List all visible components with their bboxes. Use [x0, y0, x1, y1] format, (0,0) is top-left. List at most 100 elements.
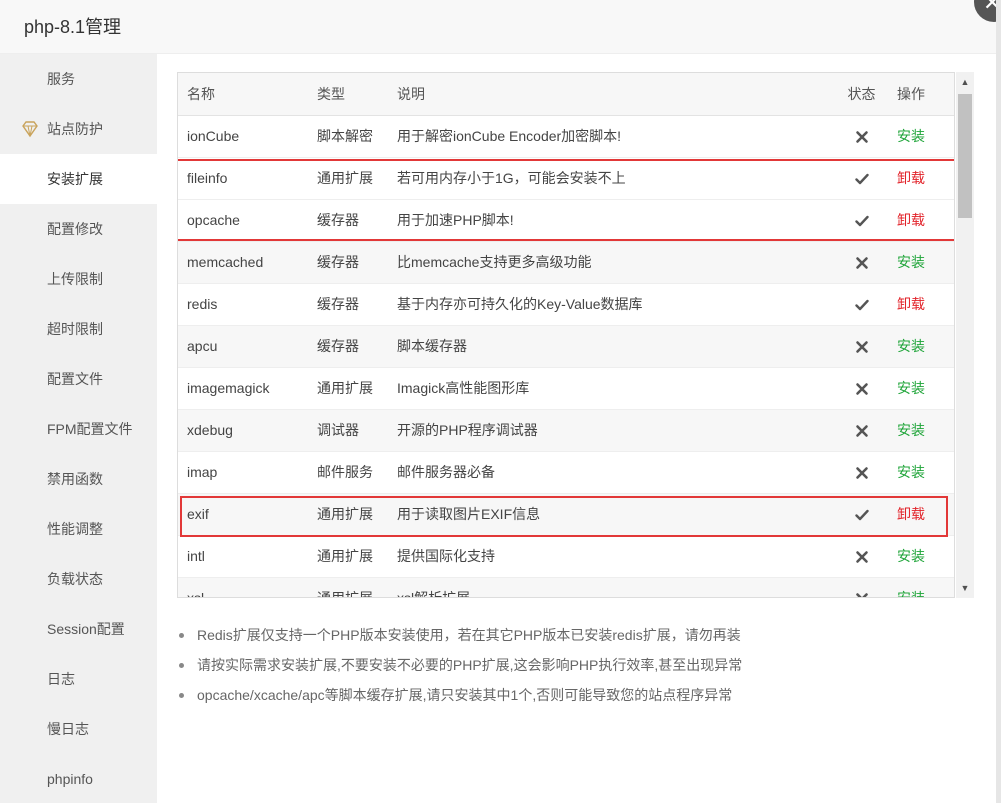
sidebar-item-12[interactable]: 日志 — [0, 654, 157, 704]
scroll-up-arrow-icon[interactable]: ▲ — [956, 74, 974, 90]
cell-type: 通用扩展 — [308, 535, 388, 578]
table-row: redis 缓存器 基于内存亦可持久化的Key-Value数据库 卸载 — [178, 283, 954, 326]
main-panel: 名称 类型 说明 状态 操作 ionCube 脚本解密 用于解密ionCube En… — [157, 54, 996, 803]
note-text: opcache/xcache/apc等脚本缓存扩展,请只安装其中1个,否则可能导… — [197, 687, 733, 703]
sidebar-item-5[interactable]: 超时限制 — [0, 304, 157, 354]
cell-action: 卸载 — [883, 283, 954, 326]
install-link[interactable]: 安装 — [897, 254, 925, 270]
uninstall-link[interactable]: 卸载 — [897, 506, 925, 522]
cell-status — [841, 577, 883, 597]
uninstall-link[interactable]: 卸载 — [897, 296, 925, 312]
table-row: intl 通用扩展 提供国际化支持 安装 — [178, 535, 954, 578]
install-link[interactable]: 安装 — [897, 128, 925, 144]
table-scrollbar[interactable]: ▲ ▼ — [956, 72, 974, 598]
notes-list: Redis扩展仅支持一个PHP版本安装使用，若在其它PHP版本已安装redis扩… — [179, 620, 939, 710]
extension-table: 名称 类型 说明 状态 操作 ionCube 脚本解密 用于解密ionCube En… — [178, 73, 954, 597]
sidebar-item-8[interactable]: 禁用函数 — [0, 454, 157, 504]
window-edge — [996, 0, 1001, 803]
cell-type: 缓存器 — [308, 325, 388, 368]
sidebar-item-label: FPM配置文件 — [47, 421, 133, 437]
cell-desc: 比memcache支持更多高级功能 — [388, 241, 841, 284]
cell-desc: 基于内存亦可持久化的Key-Value数据库 — [388, 283, 841, 326]
cell-name: apcu — [178, 325, 308, 368]
sidebar-item-label: 超时限制 — [47, 321, 103, 337]
cell-status — [841, 283, 883, 326]
sidebar-item-11[interactable]: Session配置 — [0, 604, 157, 654]
sidebar-item-9[interactable]: 性能调整 — [0, 504, 157, 554]
sidebar-item-14[interactable]: phpinfo — [0, 754, 157, 804]
sidebar-item-label: 站点防护 — [47, 121, 103, 137]
check-icon — [854, 509, 869, 521]
sidebar-item-label: 配置修改 — [47, 221, 103, 237]
table-row: opcache 缓存器 用于加速PHP脚本! 卸载 — [178, 199, 954, 242]
sidebar-item-2[interactable]: 安装扩展 — [0, 154, 157, 204]
cell-action: 安装 — [883, 367, 954, 410]
sidebar-item-label: 服务 — [47, 71, 75, 87]
cell-type: 脚本解密 — [308, 115, 388, 158]
cell-name: imap — [178, 451, 308, 494]
sidebar-item-13[interactable]: 慢日志 — [0, 704, 157, 754]
cell-status — [841, 409, 883, 452]
sidebar-item-6[interactable]: 配置文件 — [0, 354, 157, 404]
header-action: 操作 — [883, 73, 954, 116]
diamond-icon — [22, 121, 38, 138]
install-link[interactable]: 安装 — [897, 338, 925, 354]
cell-status — [841, 115, 883, 158]
sidebar-item-label: 配置文件 — [47, 371, 103, 387]
check-icon — [854, 173, 869, 185]
sidebar-item-0[interactable]: 服务 — [0, 54, 157, 104]
cell-status — [841, 451, 883, 494]
cross-icon — [855, 257, 868, 269]
cross-icon — [855, 467, 868, 479]
extension-table-container[interactable]: 名称 类型 说明 状态 操作 ionCube 脚本解密 用于解密ionCube En… — [177, 72, 955, 598]
table-row: imap 邮件服务 邮件服务器必备 安装 — [178, 451, 954, 494]
sidebar-item-1[interactable]: 站点防护 — [0, 104, 157, 154]
check-icon — [854, 215, 869, 227]
table-header-row: 名称 类型 说明 状态 操作 — [178, 73, 954, 116]
scroll-thumb[interactable] — [958, 94, 972, 218]
cell-action: 安装 — [883, 535, 954, 578]
sidebar-item-7[interactable]: FPM配置文件 — [0, 404, 157, 454]
header-status: 状态 — [841, 73, 883, 116]
cell-name: xdebug — [178, 409, 308, 452]
sidebar-item-label: phpinfo — [47, 771, 93, 787]
cell-name: fileinfo — [178, 157, 308, 200]
uninstall-link[interactable]: 卸载 — [897, 170, 925, 186]
sidebar-item-4[interactable]: 上传限制 — [0, 254, 157, 304]
note-item: Redis扩展仅支持一个PHP版本安装使用，若在其它PHP版本已安装redis扩… — [179, 620, 939, 650]
install-link[interactable]: 安装 — [897, 380, 925, 396]
install-link[interactable]: 安装 — [897, 464, 925, 480]
cell-status — [841, 535, 883, 578]
cross-icon — [855, 383, 868, 395]
header-desc: 说明 — [388, 73, 841, 116]
cell-type: 缓存器 — [308, 241, 388, 284]
cell-name: intl — [178, 535, 308, 578]
cell-action: 卸载 — [883, 199, 954, 242]
sidebar-item-label: 负载状态 — [47, 571, 103, 587]
uninstall-link[interactable]: 卸载 — [897, 212, 925, 228]
sidebar-item-label: 上传限制 — [47, 271, 103, 287]
table-row: exif 通用扩展 用于读取图片EXIF信息 卸载 — [178, 493, 954, 536]
scroll-down-arrow-icon[interactable]: ▼ — [956, 580, 974, 596]
install-link[interactable]: 安装 — [897, 590, 925, 597]
cell-status — [841, 493, 883, 536]
install-link[interactable]: 安装 — [897, 422, 925, 438]
cell-action: 卸载 — [883, 493, 954, 536]
note-item: opcache/xcache/apc等脚本缓存扩展,请只安装其中1个,否则可能导… — [179, 680, 939, 710]
cell-desc: 邮件服务器必备 — [388, 451, 841, 494]
install-link[interactable]: 安装 — [897, 548, 925, 564]
note-text: Redis扩展仅支持一个PHP版本安装使用，若在其它PHP版本已安装redis扩… — [197, 627, 741, 643]
cell-name: exif — [178, 493, 308, 536]
table-row: ionCube 脚本解密 用于解密ionCube Encoder加密脚本! 安装 — [178, 115, 954, 158]
cell-status — [841, 325, 883, 368]
cell-action: 安装 — [883, 409, 954, 452]
cross-icon — [855, 425, 868, 437]
cell-desc: 开源的PHP程序调试器 — [388, 409, 841, 452]
check-icon — [854, 299, 869, 311]
cross-icon — [855, 551, 868, 563]
php-manage-dialog: php-8.1管理 ✕ 服务 站点防护 安装扩展 配置修改 上传限制 超时限制 配置文件 FP… — [0, 0, 1001, 803]
sidebar-item-3[interactable]: 配置修改 — [0, 204, 157, 254]
cell-type: 通用扩展 — [308, 577, 388, 597]
sidebar-item-10[interactable]: 负载状态 — [0, 554, 157, 604]
cell-action: 安装 — [883, 115, 954, 158]
